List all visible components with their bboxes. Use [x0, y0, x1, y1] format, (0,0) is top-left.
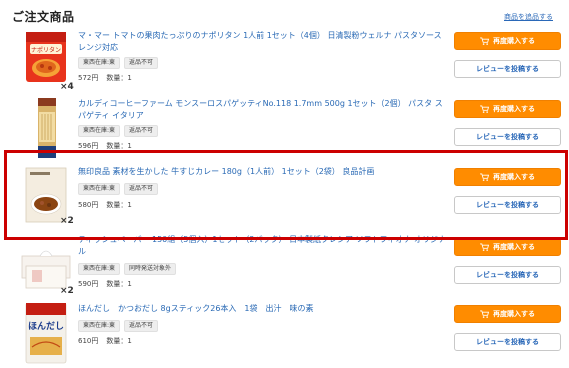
order-item: ×2 ティッシュペーパー 150組（5個入）1セット（2パック） 日本製紙クレシ…	[12, 234, 561, 306]
quantity: 数量：1	[106, 280, 132, 288]
return-tag: 返品不可	[124, 183, 159, 195]
review-label: レビューを投稿する	[476, 271, 539, 279]
buy-again-button[interactable]: 再度購入する	[454, 32, 561, 50]
product-title-link[interactable]: ティッシュペーパー 150組（5個入）1セット（2パック） 日本製紙クレシア ソ…	[78, 234, 448, 258]
cart-icon	[480, 310, 489, 318]
page-title: ご注文商品	[12, 10, 75, 24]
order-item: ほんだし ほんだし かつおだし 8gスティック26本入 1袋 出汁 味の素 東西…	[12, 303, 561, 368]
price: 580円	[78, 201, 99, 209]
product-title-link[interactable]: 無印良品 素材を生かした 牛すじカレー 180g（1人前） 1セット（2袋） 良…	[78, 166, 448, 178]
price-quantity: 572円 数量：1	[78, 73, 132, 83]
product-title-link[interactable]: ほんだし かつおだし 8gスティック26本入 1袋 出汁 味の素	[78, 303, 448, 315]
review-label: レビューを投稿する	[476, 65, 539, 73]
order-items-header: ご注文商品 商品を追品する	[12, 8, 559, 28]
buy-again-label: 再度購入する	[493, 105, 535, 113]
cart-icon	[480, 243, 489, 251]
product-search-link[interactable]: 商品を追品する	[504, 12, 553, 22]
quantity: 数量：1	[106, 201, 132, 209]
buy-again-label: 再度購入する	[493, 173, 535, 181]
cart-icon	[480, 105, 489, 113]
price: 572円	[78, 74, 99, 82]
order-item: カルディコーヒーファーム モンスーロスパゲッティNo.118 1.7mm 500…	[12, 98, 561, 168]
tag-list: 東西在庫:東 返品不可	[78, 57, 159, 69]
quantity-badge: ×2	[60, 216, 74, 226]
price-quantity: 596円 数量：1	[78, 141, 132, 151]
buy-again-label: 再度購入する	[493, 310, 535, 318]
spaghetti-product-image[interactable]	[18, 98, 74, 160]
review-label: レビューを投稿する	[476, 133, 539, 141]
write-review-button[interactable]: レビューを投稿する	[454, 196, 561, 214]
quantity: 数量：1	[106, 337, 132, 345]
shipping-tag: 同時発送対象外	[124, 263, 177, 275]
order-item: ナポリタン ×4 マ・マー トマトの果肉たっぷりのナポリタン 1人前 1セット（…	[12, 30, 561, 100]
tag-list: 東西在庫:東 返品不可	[78, 125, 159, 137]
write-review-button[interactable]: レビューを投稿する	[454, 60, 561, 78]
tag-list: 東西在庫:東 同時発送対象外	[78, 263, 177, 275]
stock-tag: 東西在庫:東	[78, 57, 121, 69]
write-review-button[interactable]: レビューを投稿する	[454, 333, 561, 351]
price: 596円	[78, 142, 99, 150]
cart-icon	[480, 173, 489, 181]
stock-tag: 東西在庫:東	[78, 125, 121, 137]
stock-tag: 東西在庫:東	[78, 320, 121, 332]
tag-list: 東西在庫:東 返品不可	[78, 183, 159, 195]
return-tag: 返品不可	[124, 57, 159, 69]
buy-again-label: 再度購入する	[493, 243, 535, 251]
quantity: 数量：1	[106, 74, 132, 82]
order-item: ×2 無印良品 素材を生かした 牛すじカレー 180g（1人前） 1セット（2袋…	[12, 166, 561, 236]
price-quantity: 590円 数量：1	[78, 279, 132, 289]
return-tag: 返品不可	[124, 320, 159, 332]
price-quantity: 610円 数量：1	[78, 336, 132, 346]
buy-again-label: 再度購入する	[493, 37, 535, 45]
buy-again-button[interactable]: 再度購入する	[454, 100, 561, 118]
stock-tag: 東西在庫:東	[78, 183, 121, 195]
package-label: ほんだし	[28, 321, 64, 332]
review-label: レビューを投稿する	[476, 338, 539, 346]
quantity: 数量：1	[106, 142, 132, 150]
review-label: レビューを投稿する	[476, 201, 539, 209]
quantity-badge: ×4	[60, 82, 74, 92]
product-title-link[interactable]: マ・マー トマトの果肉たっぷりのナポリタン 1人前 1セット（4個） 日清製粉ウ…	[78, 30, 448, 54]
write-review-button[interactable]: レビューを投稿する	[454, 266, 561, 284]
buy-again-button[interactable]: 再度購入する	[454, 238, 561, 256]
price: 610円	[78, 337, 99, 345]
price-quantity: 580円 数量：1	[78, 200, 132, 210]
tag-list: 東西在庫:東 返品不可	[78, 320, 159, 332]
stock-tag: 東西在庫:東	[78, 263, 121, 275]
buy-again-button[interactable]: 再度購入する	[454, 305, 561, 323]
return-tag: 返品不可	[124, 125, 159, 137]
product-title-link[interactable]: カルディコーヒーファーム モンスーロスパゲッティNo.118 1.7mm 500…	[78, 98, 448, 122]
quantity-badge: ×2	[60, 286, 74, 296]
write-review-button[interactable]: レビューを投稿する	[454, 128, 561, 146]
cart-icon	[480, 37, 489, 45]
price: 590円	[78, 280, 99, 288]
hondashi-product-image[interactable]: ほんだし	[18, 303, 74, 365]
buy-again-button[interactable]: 再度購入する	[454, 168, 561, 186]
package-label: ナポリタン	[31, 46, 61, 54]
